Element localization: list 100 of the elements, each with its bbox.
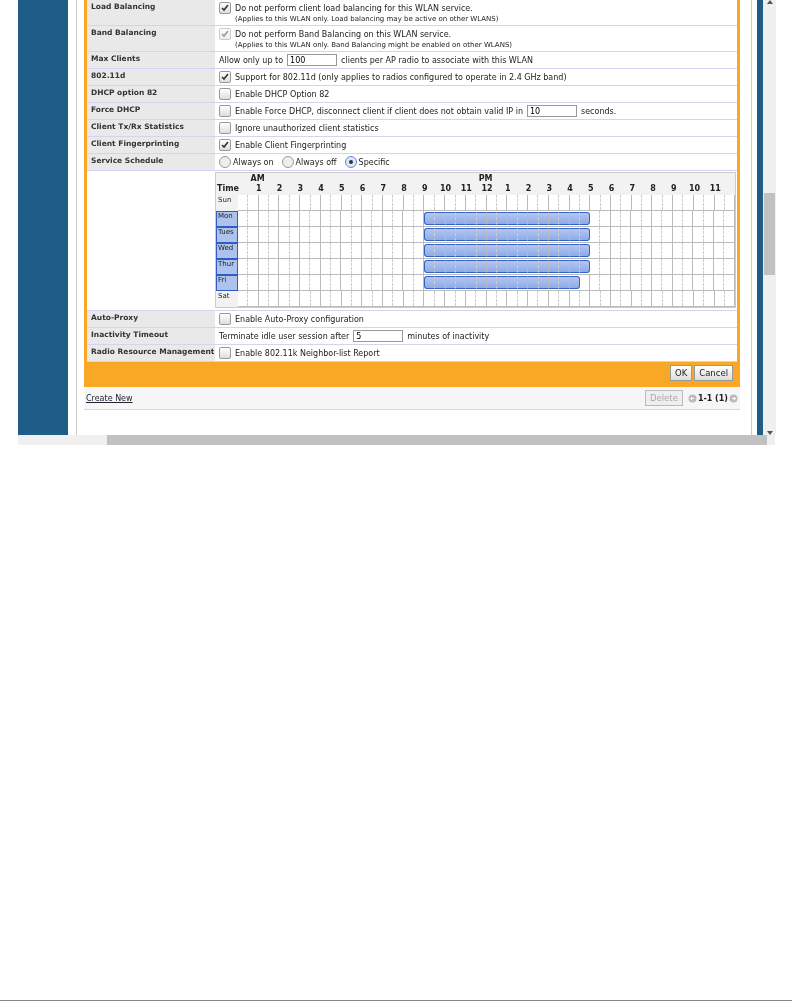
hour-label: 9 [421,184,428,193]
time-slot[interactable] [445,228,456,241]
time-slot[interactable] [476,212,487,225]
time-slot[interactable] [528,212,539,225]
time-slot[interactable] [455,244,467,257]
time-slot[interactable] [486,244,498,257]
dialog-button[interactable]: OK [669,365,693,381]
time-slot[interactable] [476,260,487,273]
time-slot[interactable] [445,212,456,225]
time-slot[interactable] [548,260,560,273]
time-slot[interactable] [569,260,580,273]
time-slot[interactable] [528,276,539,289]
time-slot[interactable] [579,212,591,225]
time-slot[interactable] [466,228,477,241]
next-page-icon[interactable] [729,393,738,403]
checkbox[interactable] [219,122,231,134]
time-slot[interactable] [445,260,456,273]
time-slot[interactable] [486,228,498,241]
time-slot[interactable] [528,228,539,241]
time-label: Time [217,184,239,193]
time-slot[interactable] [497,228,508,241]
scrollbar-thumb[interactable] [764,193,775,275]
time-slot[interactable] [559,260,570,273]
time-slot[interactable] [455,228,467,241]
time-slot[interactable] [538,244,549,257]
time-slot[interactable] [548,244,560,257]
time-slot[interactable] [559,244,570,257]
time-slot[interactable] [486,260,498,273]
time-slot[interactable] [548,228,560,241]
time-slot[interactable] [466,260,477,273]
dialog-button[interactable]: Cancel [694,365,733,381]
time-slot[interactable] [435,228,446,241]
time-slot[interactable] [538,260,549,273]
time-slot[interactable] [538,276,549,289]
time-slot[interactable] [445,244,456,257]
time-slot[interactable] [435,244,446,257]
time-slot[interactable] [517,244,529,257]
time-slot[interactable] [476,276,487,289]
time-slot[interactable] [455,260,467,273]
time-slot[interactable] [579,244,591,257]
input-field[interactable]: 5 [353,330,404,342]
checkbox[interactable] [219,88,231,100]
vertical-scrollbar[interactable] [763,0,776,435]
time-slot[interactable] [476,244,487,257]
time-slot[interactable] [579,228,591,241]
time-slot[interactable] [455,212,467,225]
time-slot[interactable] [466,212,477,225]
time-slot[interactable] [486,212,498,225]
time-slot[interactable] [497,276,508,289]
time-slot[interactable] [579,260,591,273]
time-slot[interactable] [445,276,456,289]
time-slot[interactable] [517,260,529,273]
checkbox[interactable] [219,347,231,359]
radio-button[interactable] [281,156,294,168]
time-slot[interactable] [507,276,518,289]
time-slot[interactable] [528,260,539,273]
hour-label: 7 [380,184,387,193]
time-slot[interactable] [528,244,539,257]
time-slot[interactable] [507,228,518,241]
time-slot[interactable] [466,244,477,257]
radio-button[interactable] [219,156,231,168]
time-slot[interactable] [497,244,508,257]
time-slot[interactable] [435,260,446,273]
radio-button[interactable] [344,156,357,168]
scroll-up-icon[interactable] [766,0,773,4]
time-slot[interactable] [548,276,560,289]
time-slot[interactable] [497,212,508,225]
checkbox[interactable] [219,71,231,83]
time-slot[interactable] [435,276,446,289]
time-slot[interactable] [569,244,580,257]
time-slot[interactable] [538,212,549,225]
time-slot[interactable] [507,212,518,225]
input-field[interactable]: 100 [287,54,338,66]
time-slot[interactable] [497,260,508,273]
time-slot[interactable] [569,276,580,289]
checkbox[interactable] [219,2,231,14]
time-slot[interactable] [507,260,518,273]
checkbox[interactable] [219,139,231,151]
time-slot[interactable] [435,212,446,225]
time-slot[interactable] [517,276,529,289]
time-slot[interactable] [569,212,580,225]
time-slot[interactable] [538,228,549,241]
checkbox[interactable] [219,313,231,325]
time-slot[interactable] [559,212,570,225]
time-slot[interactable] [517,212,529,225]
time-slot[interactable] [559,228,570,241]
time-slot[interactable] [548,212,560,225]
time-slot[interactable] [517,228,529,241]
time-slot[interactable] [486,276,498,289]
time-slot[interactable] [569,228,580,241]
time-slot[interactable] [455,276,467,289]
time-slot[interactable] [466,276,477,289]
time-slot[interactable] [476,228,487,241]
create-new-link[interactable]: Create New [86,393,133,403]
time-slot[interactable] [507,244,518,257]
time-slot[interactable] [559,276,570,289]
previous-page-icon[interactable] [687,393,697,403]
hour-label: 10 [688,184,701,193]
checkbox[interactable] [219,105,231,117]
input-field[interactable]: 10 [527,105,577,117]
